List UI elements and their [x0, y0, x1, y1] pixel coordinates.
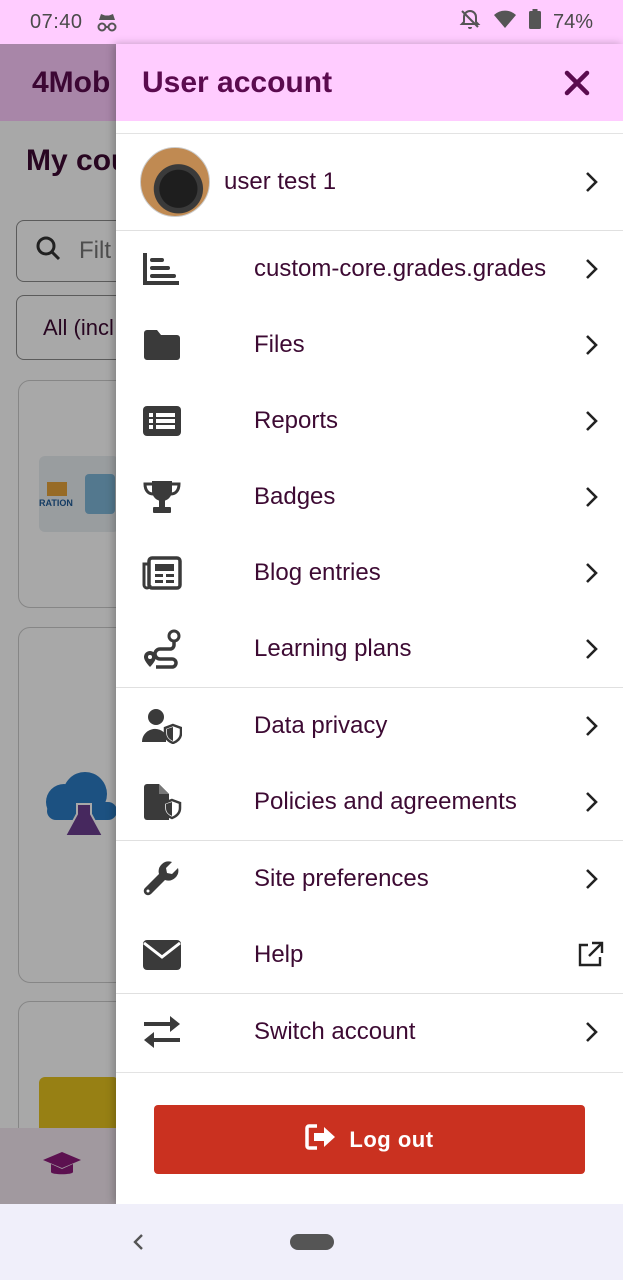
chevron-right-icon [579, 711, 605, 741]
close-button[interactable] [557, 63, 597, 103]
menu-item-switch-account[interactable]: Switch account [116, 994, 623, 1070]
chevron-right-icon [579, 482, 605, 512]
chevron-right-icon [579, 1017, 605, 1047]
menu-item-label: Learning plans [254, 635, 412, 662]
menu-item-files[interactable]: Files [116, 307, 623, 383]
drawer-header: User account [116, 44, 623, 121]
battery-icon [528, 9, 541, 35]
drawer-spacer [116, 121, 623, 134]
menu-item-label: Data privacy [254, 712, 388, 739]
chevron-right-icon [579, 864, 605, 894]
menu-item-label: Badges [254, 483, 336, 510]
grades-icon [140, 247, 184, 291]
drawer-title: User account [142, 65, 333, 99]
list-icon [140, 399, 184, 443]
user-account-drawer: User account user test 1 custom-core.gra… [116, 44, 623, 1204]
menu-item-label: Files [254, 331, 305, 358]
menu-item-data-privacy[interactable]: Data privacy [116, 688, 623, 764]
menu-item-label: Switch account [254, 1018, 416, 1045]
arrows-exchange-icon [140, 1010, 184, 1054]
menu-item-help[interactable]: Help [116, 917, 623, 993]
back-icon[interactable] [128, 1228, 148, 1261]
sign-out-icon [305, 1123, 337, 1156]
logout-label: Log out [349, 1126, 434, 1152]
route-icon [140, 627, 184, 671]
avatar [140, 147, 210, 217]
logout-button[interactable]: Log out [154, 1105, 585, 1174]
logout-section: Log out [116, 1072, 623, 1204]
menu-item-grades[interactable]: custom-core.grades.grades [116, 231, 623, 307]
newspaper-icon [140, 551, 184, 595]
chevron-right-icon [579, 558, 605, 588]
chevron-right-icon [579, 254, 605, 284]
menu-item-label: Reports [254, 407, 339, 434]
envelope-icon [140, 933, 184, 977]
user-name: user test 1 [224, 168, 337, 195]
user-profile-item[interactable]: user test 1 [116, 134, 623, 230]
chevron-right-icon [579, 634, 605, 664]
chevron-right-icon [579, 406, 605, 436]
status-bar: 07:40 74% [0, 0, 623, 44]
incognito-icon [95, 11, 119, 33]
menu-item-policies[interactable]: Policies and agreements [116, 764, 623, 840]
home-pill[interactable] [290, 1234, 334, 1250]
menu-item-learning-plans[interactable]: Learning plans [116, 611, 623, 687]
file-shield-icon [140, 780, 184, 824]
notifications-off-icon [459, 8, 481, 36]
menu-item-label: Site preferences [254, 865, 429, 892]
wifi-icon [493, 9, 517, 35]
menu-item-site-preferences[interactable]: Site preferences [116, 841, 623, 917]
menu-item-blog-entries[interactable]: Blog entries [116, 535, 623, 611]
wrench-icon [140, 857, 184, 901]
menu-item-label: Blog entries [254, 559, 381, 586]
trophy-icon [140, 475, 184, 519]
chevron-right-icon [579, 167, 605, 197]
menu-item-badges[interactable]: Badges [116, 459, 623, 535]
menu-item-label: Help [254, 941, 304, 968]
menu-item-label: custom-core.grades.grades [254, 255, 547, 282]
chevron-right-icon [579, 787, 605, 817]
close-icon [564, 70, 590, 95]
system-navigation-bar [0, 1204, 623, 1280]
status-time: 07:40 [30, 10, 83, 33]
menu-item-label: Policies and agreements [254, 788, 517, 815]
user-shield-icon [140, 704, 184, 748]
chevron-right-icon [579, 330, 605, 360]
menu-item-reports[interactable]: Reports [116, 383, 623, 459]
battery-percent: 74% [552, 10, 593, 33]
folder-icon [140, 323, 184, 367]
external-link-icon [575, 940, 605, 970]
